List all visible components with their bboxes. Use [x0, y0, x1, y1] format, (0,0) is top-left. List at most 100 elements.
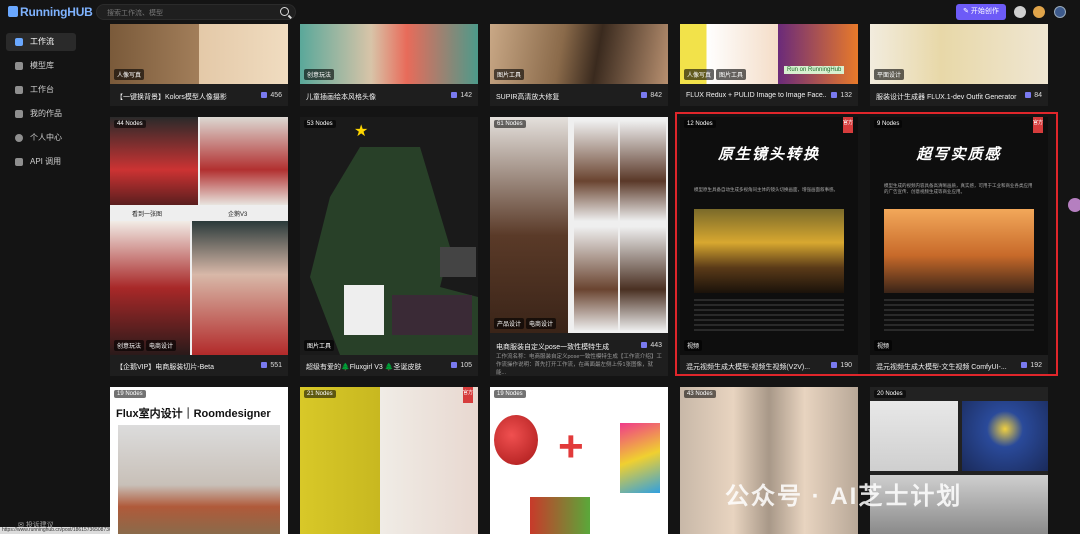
tag: 人像写真 — [114, 69, 145, 80]
card-title: 混元视频生成大模型-文生视频 ComfyUI-... — [876, 364, 1007, 371]
use-count: 443 — [641, 342, 662, 349]
user-icon — [15, 134, 23, 142]
api-icon — [15, 158, 23, 166]
tag: 产品设计 — [494, 318, 525, 329]
node-count: 21 Nodes — [304, 390, 336, 398]
workflow-card[interactable]: + 19 Nodes — [490, 387, 668, 534]
workflow-card[interactable]: 超写实质感 模型生成的视频内容具备高清晰画质，真实感，可用于工业和商业各类应用的… — [870, 117, 1048, 376]
sidebar-item-my-works[interactable]: 我的作品 — [6, 105, 76, 123]
workflow-card[interactable]: Flux室内设计｜Roomdesigner 19 Nodes — [110, 387, 288, 534]
card-thumbnail — [300, 387, 478, 534]
robot-icon[interactable] — [1014, 6, 1026, 18]
card-thumbnail — [490, 117, 668, 333]
tag: 电商设计 — [526, 318, 557, 329]
use-count: 190 — [831, 362, 852, 369]
caption: 企鹅V3 — [228, 212, 248, 218]
workflow-card[interactable]: 20 Nodes — [870, 387, 1048, 534]
card-title: 电商服装自定义pose一致性模特生成 — [496, 344, 610, 351]
card-title: 【一键换背景】Kolors模型人像摄影 — [116, 94, 227, 101]
card-thumbnail — [870, 387, 1048, 534]
use-count: 105 — [451, 362, 472, 369]
tag: 视频 — [684, 340, 703, 351]
node-count: 20 Nodes — [874, 390, 906, 398]
promo-headline: Flux室内设计｜Roomdesigner — [116, 408, 271, 420]
workflow-card[interactable]: 看到一张图 企鹅V3 44 Nodes 创意玩法 电商设计 【企鹅VIP】电商服装… — [110, 117, 288, 376]
tag: 电商设计 — [146, 340, 177, 351]
workflow-card[interactable]: 人像写真 【一键换背景】Kolors模型人像摄影 456 — [110, 24, 288, 106]
workflow-card[interactable]: 图片工具 SUPIR高清放大修复 842 — [490, 24, 668, 106]
workflow-card[interactable]: 平面设计 服装设计生成器 FLUX.1-dev Outfit Generator… — [870, 24, 1048, 106]
use-count: 84 — [1025, 92, 1042, 99]
promo-headline: 原生镜头转换 — [717, 146, 820, 163]
use-count: 456 — [261, 92, 282, 99]
tag: 图片工具 — [494, 69, 525, 80]
use-count: 142 — [451, 92, 472, 99]
card-title: FLUX Redux + PULID Image to Image Face..… — [686, 92, 826, 99]
top-bar: RunningHUB 搜索工作流、模型 ✎ 开始创作 — [0, 0, 1080, 24]
promo-headline: 超写实质感 — [916, 146, 1002, 163]
card-thumbnail: 原生镜头转换 模型原生具备自动生成多视角同主体的镜头切换画面，增强画面叙事感。 — [680, 117, 858, 355]
folder-icon — [15, 110, 23, 118]
use-count: 842 — [641, 92, 662, 99]
avatar[interactable] — [1054, 6, 1066, 18]
use-count: 132 — [831, 92, 852, 99]
watermark: 公众号 · AI芝士计划 — [725, 483, 963, 510]
sidebar-item-models[interactable]: 模型库 — [6, 57, 76, 75]
card-title: 儿童插画绘本风格头像 — [306, 94, 376, 101]
node-count: 43 Nodes — [684, 390, 716, 398]
coin-icon[interactable] — [1033, 6, 1045, 18]
tag: 创意玩法 — [304, 69, 335, 80]
node-count: 19 Nodes — [494, 390, 526, 398]
workflow-card[interactable]: 43 Nodes — [680, 387, 858, 534]
node-count: 61 Nodes — [494, 120, 526, 128]
tag: 图片工具 — [304, 340, 335, 351]
promo-subtext: 模型原生具备自动生成多视角同主体的镜头切换画面，增强画面叙事感。 — [694, 187, 838, 192]
promo-subtext: 模型生成的视频内容具备高清晰画质，真实感，可用于工业和商业各类应用的广告宣传、创… — [884, 183, 1033, 194]
plus-icon: + — [558, 422, 584, 471]
tag: 创意玩法 — [114, 340, 145, 351]
card-title: 服装设计生成器 FLUX.1-dev Outfit Generator — [876, 94, 1017, 101]
sidebar-item-api[interactable]: API 调用 — [6, 153, 76, 171]
card-title: SUPIR高清放大修复 — [496, 94, 560, 101]
node-count: 44 Nodes — [114, 120, 146, 128]
card-title: 混元视频生成大模型-视频生视频(V2V)... — [686, 364, 811, 371]
official-ribbon: 官方 — [1033, 117, 1043, 133]
caption: 看到一张图 — [132, 212, 163, 218]
official-ribbon: 官方 — [843, 117, 853, 133]
card-thumbnail: + — [490, 387, 668, 534]
workflow-card[interactable]: 创意玩法 儿童插画绘本风格头像 142 — [300, 24, 478, 106]
sidebar-item-workflow[interactable]: 工作流 — [6, 33, 76, 51]
card-title: 超级有爱的🌲Fluxgirl V3 🌲圣诞皮肤 — [306, 364, 422, 371]
card-thumbnail — [680, 387, 858, 534]
start-create-button[interactable]: ✎ 开始创作 — [956, 4, 1006, 20]
workflow-card[interactable]: Run on RunningHub 人像写真 图片工具 FLUX Redux + … — [680, 24, 858, 106]
node-count: 53 Nodes — [304, 120, 336, 128]
tag: 人像写真 — [684, 69, 715, 80]
search-icon[interactable] — [280, 7, 289, 16]
workflow-card[interactable]: 原生镜头转换 模型原生具备自动生成多视角同主体的镜头切换画面，增强画面叙事感。 … — [680, 117, 858, 376]
sidebar-item-workbench[interactable]: 工作台 — [6, 81, 76, 99]
floating-assistant-button[interactable] — [1068, 198, 1080, 212]
use-count: 551 — [261, 362, 282, 369]
workflow-card[interactable]: 官方 21 Nodes — [300, 387, 478, 534]
node-count: 12 Nodes — [684, 120, 716, 128]
tag: 平面设计 — [874, 69, 905, 80]
card-title: 【企鹅VIP】电商服装切片-Beta — [116, 364, 215, 371]
sidebar: 工作流 模型库 工作台 我的作品 个人中心 API 调用 — [0, 24, 84, 534]
card-thumbnail: ★ — [300, 117, 478, 355]
card-description: 工作流名称：电商服装自定义pose一致性模特生成【工作流介绍】工作流操作说明：首… — [496, 354, 662, 376]
official-ribbon: 官方 — [463, 387, 473, 403]
search-input[interactable]: 搜索工作流、模型 — [96, 4, 296, 20]
tag: 视频 — [874, 340, 893, 351]
use-count: 192 — [1021, 362, 1042, 369]
logo[interactable]: RunningHUB — [8, 5, 93, 19]
run-badge: Run on RunningHub — [784, 66, 845, 74]
card-thumbnail: Flux室内设计｜Roomdesigner — [110, 387, 288, 534]
tag: 图片工具 — [716, 69, 747, 80]
workflow-card[interactable]: 61 Nodes 产品设计 电商设计 电商服装自定义pose一致性模特生成 443… — [490, 117, 668, 376]
workflow-card[interactable]: ★ 53 Nodes 图片工具 超级有爱的🌲Fluxgirl V3 🌲圣诞皮肤 … — [300, 117, 478, 376]
sidebar-item-profile[interactable]: 个人中心 — [6, 129, 76, 147]
cube-icon — [15, 62, 23, 70]
card-thumbnail: 超写实质感 模型生成的视频内容具备高清晰画质，真实感，可用于工业和商业各类应用的… — [870, 117, 1048, 355]
desk-icon — [15, 86, 23, 94]
